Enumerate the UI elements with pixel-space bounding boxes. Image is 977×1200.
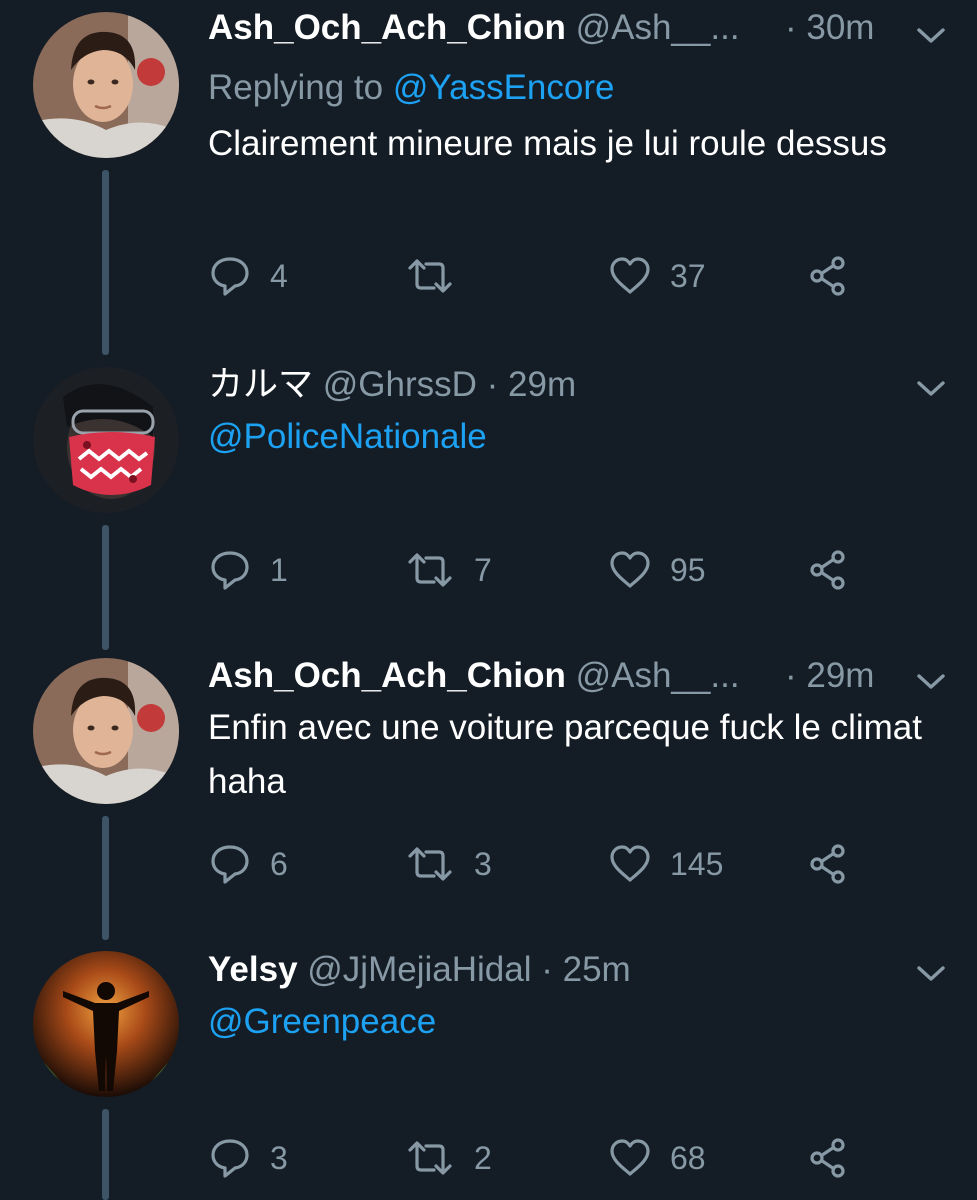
- avatar[interactable]: [33, 367, 179, 513]
- tweet[interactable]: Ash_Och_Ach_Chion @Ash__... · 29m Enfin …: [0, 650, 977, 940]
- like-count: 145: [670, 846, 724, 882]
- mention-link[interactable]: @PoliceNationale: [208, 417, 487, 456]
- reply-button[interactable]: 6: [208, 842, 288, 886]
- chevron-down-icon[interactable]: [915, 964, 947, 984]
- user-handle[interactable]: @GhrssD: [323, 365, 477, 404]
- reply-count: 1: [270, 552, 288, 588]
- like-button[interactable]: 145: [608, 842, 723, 886]
- thread-line: [102, 816, 109, 940]
- share-button[interactable]: [806, 548, 850, 592]
- chevron-down-icon[interactable]: [915, 26, 947, 46]
- share-icon: [806, 254, 850, 298]
- reply-button[interactable]: 4: [208, 254, 288, 298]
- tweet[interactable]: Yelsy @JjMejiaHidal · 25m @Greenpeace 3 …: [0, 940, 977, 1200]
- avatar[interactable]: [33, 12, 179, 158]
- reply-icon: [208, 548, 252, 592]
- avatar[interactable]: [33, 658, 179, 804]
- tweet-text: Enfin avec une voiture parceque fuck le …: [208, 708, 922, 801]
- share-icon: [806, 842, 850, 886]
- display-name[interactable]: カルマ: [208, 365, 313, 404]
- tweet-header: カルマ @GhrssD · 29m: [208, 363, 908, 407]
- reply-button[interactable]: 3: [208, 1136, 288, 1180]
- share-button[interactable]: [806, 254, 850, 298]
- timestamp[interactable]: · 30m: [785, 6, 874, 50]
- like-button[interactable]: 68: [608, 1136, 706, 1180]
- tweet[interactable]: カルマ @GhrssD · 29m @PoliceNationale 1 7 9…: [0, 355, 977, 650]
- retweet-button[interactable]: [404, 254, 474, 298]
- thread-line: [102, 1109, 109, 1200]
- heart-icon: [608, 548, 652, 592]
- tweet-actions: 3 2 68: [208, 1136, 908, 1180]
- retweet-button[interactable]: 2: [404, 1136, 492, 1180]
- retweet-count: 7: [474, 552, 492, 588]
- share-button[interactable]: [806, 1136, 850, 1180]
- heart-icon: [608, 254, 652, 298]
- reply-icon: [208, 254, 252, 298]
- chevron-down-icon[interactable]: [915, 672, 947, 692]
- timestamp[interactable]: · 25m: [541, 950, 630, 989]
- like-button[interactable]: 37: [608, 254, 706, 298]
- user-handle[interactable]: @JjMejiaHidal: [307, 950, 531, 989]
- like-button[interactable]: 95: [608, 548, 706, 592]
- mention-link[interactable]: @Greenpeace: [208, 1002, 436, 1041]
- display-name[interactable]: Ash_Och_Ach_Chion: [208, 656, 566, 695]
- retweet-count: 2: [474, 1140, 492, 1176]
- thread-line: [102, 525, 109, 650]
- timestamp[interactable]: · 29m: [785, 654, 874, 698]
- retweet-icon: [404, 254, 456, 298]
- user-handle[interactable]: @Ash__...: [576, 656, 740, 695]
- tweet-actions: 4 37: [208, 254, 908, 298]
- reply-count: 6: [270, 846, 288, 882]
- thread-line: [102, 170, 109, 355]
- display-name[interactable]: Ash_Och_Ach_Chion: [208, 8, 566, 47]
- retweet-icon: [404, 1136, 456, 1180]
- display-name[interactable]: Yelsy: [208, 950, 298, 989]
- replying-to-label: Replying to: [208, 68, 393, 107]
- chevron-down-icon[interactable]: [915, 379, 947, 399]
- reply-count: 4: [270, 258, 288, 294]
- tweet-actions: 6 3 145: [208, 842, 908, 886]
- tweet-header: Yelsy @JjMejiaHidal · 25m: [208, 948, 908, 992]
- replying-to-link[interactable]: @YassEncore: [393, 68, 615, 107]
- like-count: 68: [670, 1140, 706, 1176]
- retweet-icon: [404, 842, 456, 886]
- replying-to: Replying to @YassEncore: [208, 66, 614, 110]
- retweet-icon: [404, 548, 456, 592]
- user-handle[interactable]: @Ash__...: [576, 8, 740, 47]
- reply-button[interactable]: 1: [208, 548, 288, 592]
- tweet-text: Clairement mineure mais je lui roule des…: [208, 124, 887, 163]
- heart-icon: [608, 1136, 652, 1180]
- heart-icon: [608, 842, 652, 886]
- reply-icon: [208, 1136, 252, 1180]
- reply-icon: [208, 842, 252, 886]
- retweet-count: 3: [474, 846, 492, 882]
- retweet-button[interactable]: 3: [404, 842, 492, 886]
- tweet[interactable]: Ash_Och_Ach_Chion @Ash__... · 30m Replyi…: [0, 0, 977, 355]
- tweet-text: @Greenpeace: [208, 995, 928, 1049]
- tweet-text: @PoliceNationale: [208, 410, 928, 464]
- share-icon: [806, 548, 850, 592]
- share-button[interactable]: [806, 842, 850, 886]
- reply-count: 3: [270, 1140, 288, 1176]
- timestamp[interactable]: · 29m: [487, 365, 576, 404]
- tweet-actions: 1 7 95: [208, 548, 908, 592]
- like-count: 37: [670, 258, 706, 294]
- retweet-button[interactable]: 7: [404, 548, 492, 592]
- like-count: 95: [670, 552, 706, 588]
- share-icon: [806, 1136, 850, 1180]
- avatar[interactable]: [33, 951, 179, 1097]
